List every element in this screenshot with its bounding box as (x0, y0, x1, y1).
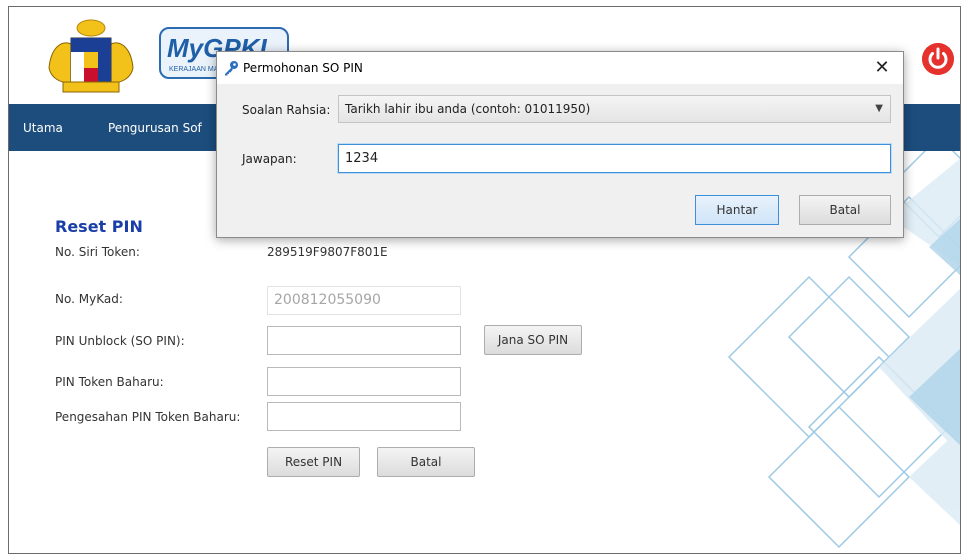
key-icon (225, 61, 238, 76)
mykad-field: 200812055090 (267, 286, 461, 315)
dialog-title: Permohonan SO PIN (243, 61, 363, 75)
reset-pin-button[interactable]: Reset PIN (267, 447, 360, 477)
secret-question-value: Tarikh lahir ibu anda (contoh: 01011950) (345, 102, 591, 116)
generate-so-pin-button[interactable]: Jana SO PIN (484, 325, 582, 355)
answer-input[interactable] (338, 144, 891, 173)
new-pin-field[interactable] (267, 367, 461, 396)
secret-question-select[interactable]: Tarikh lahir ibu anda (contoh: 01011950)… (338, 95, 891, 123)
dialog-titlebar[interactable]: Permohonan SO PIN ✕ (217, 52, 903, 84)
chevron-down-icon: ▼ (875, 103, 883, 114)
token-serial-label: No. Siri Token: (55, 245, 140, 259)
secret-question-label: Soalan Rahsia: (242, 103, 331, 117)
confirm-pin-field[interactable] (267, 402, 461, 431)
cancel-button[interactable]: Batal (377, 447, 475, 477)
so-pin-request-dialog: Permohonan SO PIN ✕ Soalan Rahsia: Tarik… (216, 51, 904, 238)
token-serial-value: 289519F9807F801E (267, 245, 388, 259)
submit-button[interactable]: Hantar (695, 195, 779, 225)
coat-of-arms-logo (48, 19, 134, 93)
mykad-label: No. MyKad: (55, 292, 123, 306)
so-pin-field[interactable] (267, 326, 461, 355)
answer-label: Jawapan: (242, 152, 297, 166)
so-pin-label: PIN Unblock (SO PIN): (55, 334, 185, 348)
dialog-cancel-button[interactable]: Batal (799, 195, 891, 225)
confirm-pin-label: Pengesahan PIN Token Baharu: (55, 410, 241, 424)
power-icon[interactable] (922, 43, 954, 75)
close-icon[interactable]: ✕ (871, 57, 893, 79)
nav-item-utama[interactable]: Utama (23, 121, 63, 135)
nav-item-pengurusan-sof[interactable]: Pengurusan Sof (108, 121, 202, 135)
new-pin-label: PIN Token Baharu: (55, 375, 164, 389)
page-title: Reset PIN (55, 217, 143, 236)
